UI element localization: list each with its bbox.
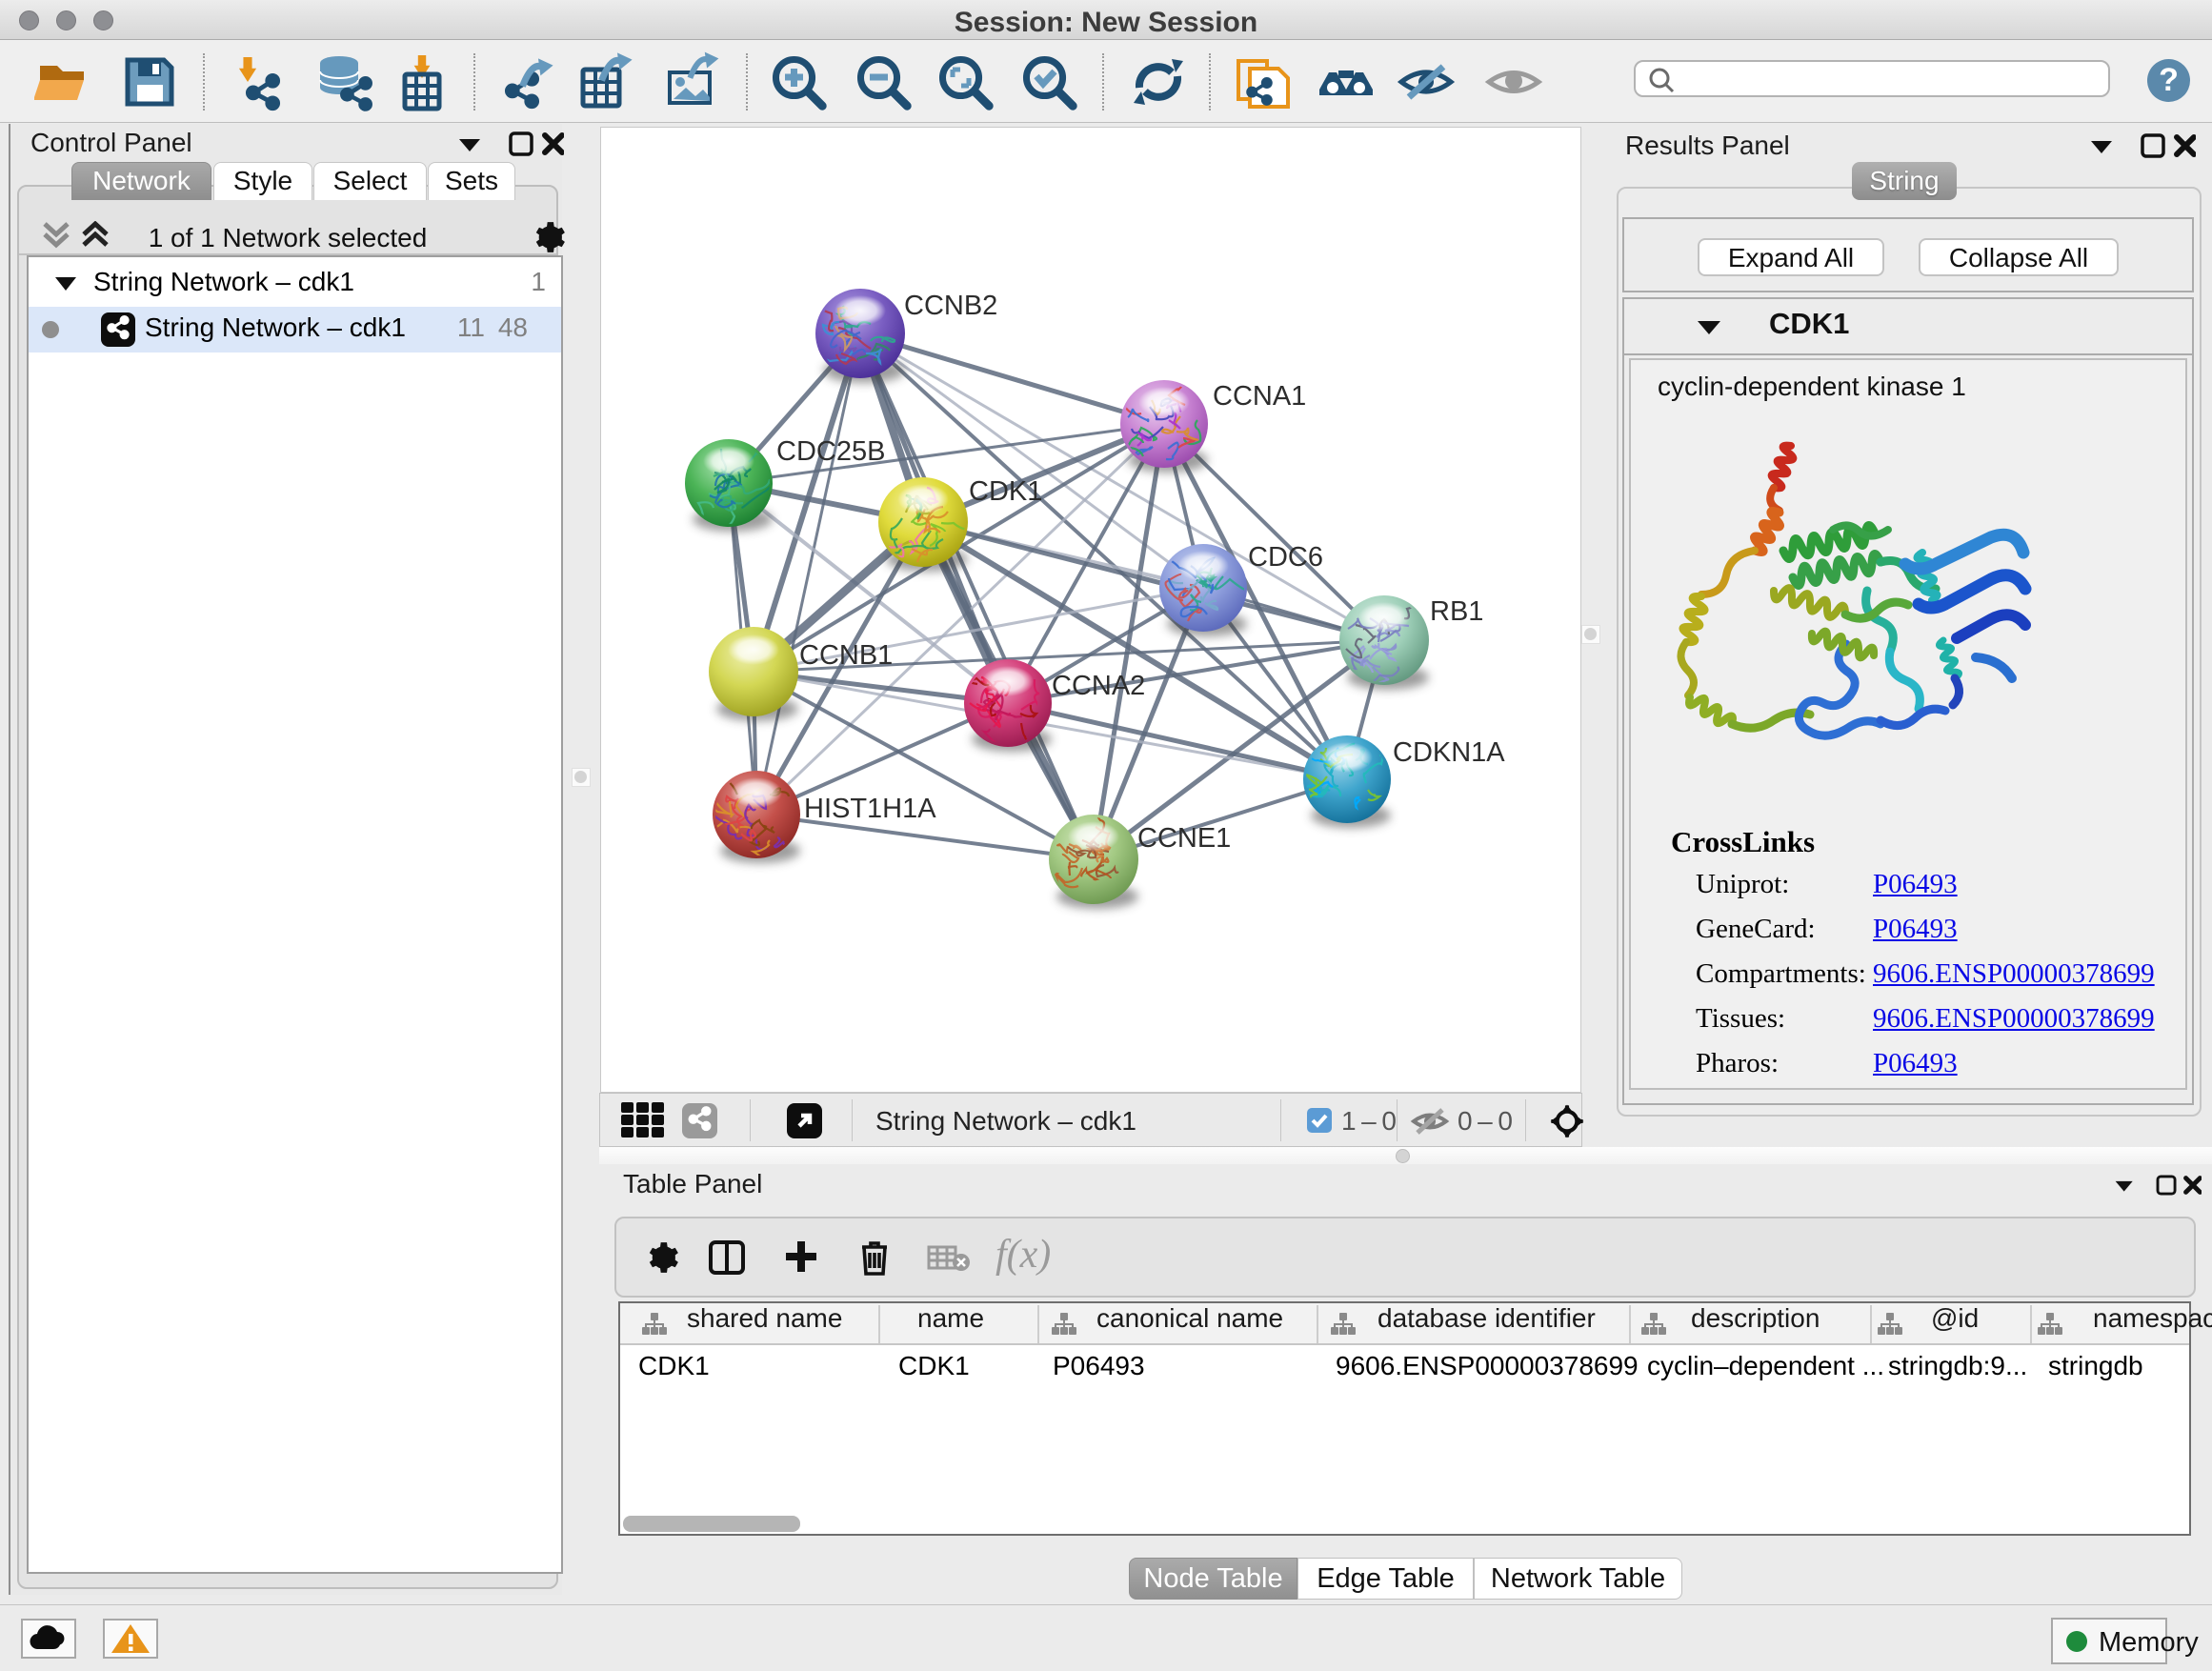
svg-text:CDK1: CDK1 <box>969 476 1042 507</box>
svg-text:CCNB1: CCNB1 <box>799 640 893 671</box>
svg-text:CDKN1A: CDKN1A <box>1393 737 1505 768</box>
svg-text:CCNA1: CCNA1 <box>1213 381 1306 412</box>
svg-text:CCNA2: CCNA2 <box>1052 671 1145 701</box>
svg-text:CCNE1: CCNE1 <box>1137 823 1231 854</box>
svg-text:CDC6: CDC6 <box>1248 542 1323 573</box>
svg-text:HIST1H1A: HIST1H1A <box>804 794 936 824</box>
svg-text:CDC25B: CDC25B <box>776 436 885 467</box>
svg-text:RB1: RB1 <box>1430 596 1483 627</box>
svg-text:CCNB2: CCNB2 <box>904 291 997 321</box>
